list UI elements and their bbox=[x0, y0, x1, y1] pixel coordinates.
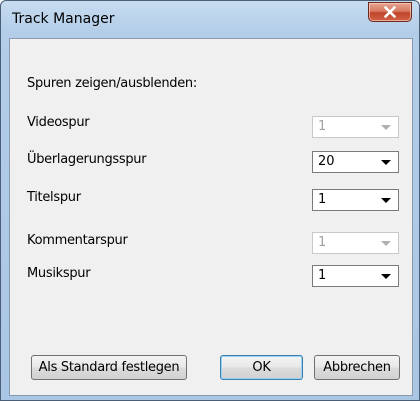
label-videospur: Videospur bbox=[27, 115, 90, 130]
set-default-button[interactable]: Als Standard festlegen bbox=[31, 355, 187, 380]
track-manager-window: Track Manager Spuren zeigen/ausblenden: … bbox=[0, 0, 420, 401]
title-bar[interactable]: Track Manager bbox=[1, 1, 419, 37]
kommentarspur-combobox: 1 bbox=[312, 232, 399, 254]
label-kommentarspur: Kommentarspur bbox=[27, 233, 128, 248]
videospur-combobox: 1 bbox=[312, 116, 399, 138]
dialog-content bbox=[9, 38, 413, 396]
close-button[interactable] bbox=[368, 2, 412, 22]
window-title: Track Manager bbox=[12, 11, 115, 27]
chevron-down-icon bbox=[381, 125, 391, 130]
ueberlagerungsspur-combobox[interactable]: 20 bbox=[312, 151, 399, 173]
titelspur-combobox[interactable]: 1 bbox=[312, 189, 399, 211]
musikspur-combobox[interactable]: 1 bbox=[312, 265, 399, 287]
label-titelspur: Titelspur bbox=[27, 190, 81, 205]
section-heading: Spuren zeigen/ausblenden: bbox=[27, 76, 197, 91]
combobox-value: 1 bbox=[318, 268, 327, 283]
close-x-icon bbox=[384, 6, 396, 18]
combobox-value: 1 bbox=[318, 119, 327, 134]
cancel-button[interactable]: Abbrechen bbox=[314, 355, 400, 380]
combobox-value: 20 bbox=[318, 154, 335, 169]
combobox-value: 1 bbox=[318, 192, 327, 207]
label-musikspur: Musikspur bbox=[27, 266, 91, 281]
chevron-down-icon bbox=[381, 241, 391, 246]
chevron-down-icon bbox=[381, 274, 391, 279]
label-ueberlagerungsspur: Überlagerungsspur bbox=[27, 152, 147, 167]
chevron-down-icon bbox=[381, 198, 391, 203]
ok-button[interactable]: OK bbox=[220, 355, 303, 380]
combobox-value: 1 bbox=[318, 235, 327, 250]
chevron-down-icon bbox=[381, 160, 391, 165]
